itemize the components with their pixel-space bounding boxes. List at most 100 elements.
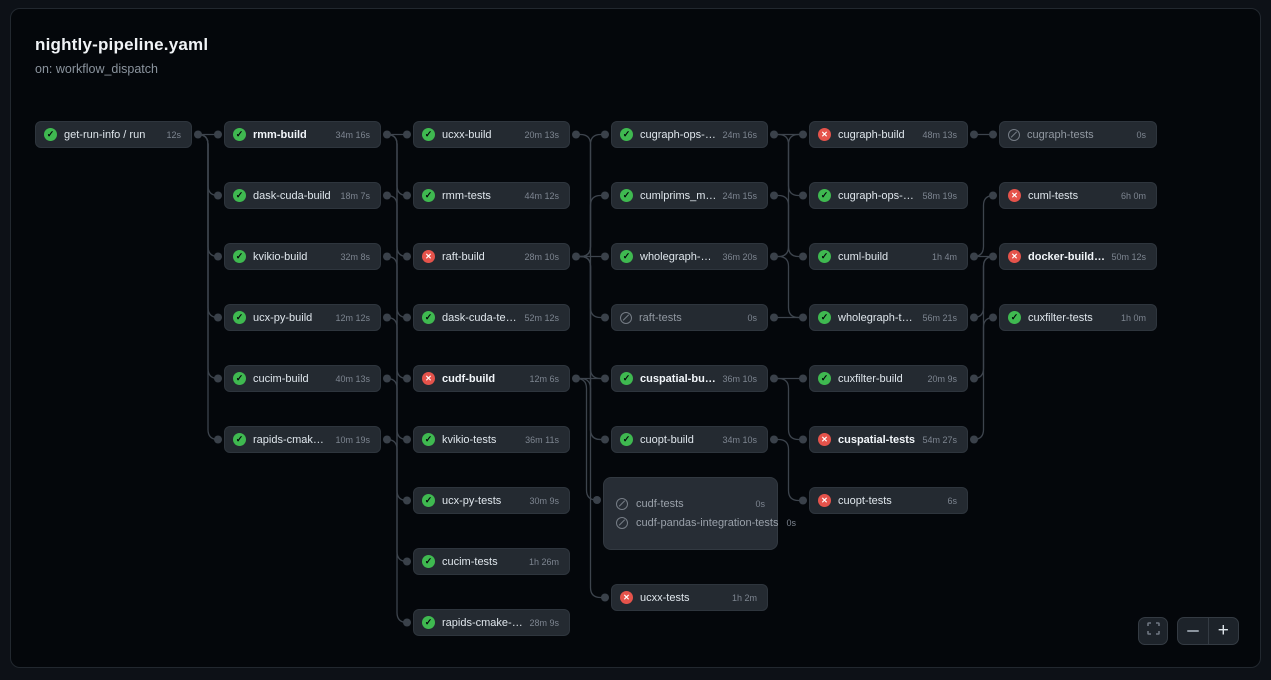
workflow-node-cugraph-ops-build[interactable]: cugraph-ops-build24m 16s [611,121,768,148]
workflow-node-cuml-build[interactable]: cuml-build1h 4m [809,243,968,270]
workflow-node-cuxfilter-build[interactable]: cuxfilter-build20m 9s [809,365,968,392]
workflow-node-cucim-tests[interactable]: cucim-tests 1h 26m [413,548,570,575]
workflow-node-raft-build[interactable]: raft-build28m 10s [413,243,570,270]
success-icon [818,250,831,263]
node-duration: 36m 10s [716,374,757,384]
node-duration: 12s [160,130,181,140]
workflow-node-cuspatial-build[interactable]: cuspatial-build36m 10s [611,365,768,392]
plus-icon: + [1218,621,1229,640]
node-duration: 1h 26m [523,557,559,567]
node-label: cucim-tests [442,556,498,568]
workflow-node-wholegraph-tests[interactable]: wholegraph-tests56m 21s [809,304,968,331]
failure-icon [818,433,831,446]
workflow-node-ucxx-build[interactable]: ucxx-build 20m 13s [413,121,570,148]
node-label: cuspatial-tests [838,434,915,446]
node-label: cuxfilter-build [838,373,903,385]
node-label: kvikio-tests [442,434,496,446]
workflow-node-cuspatial-tests[interactable]: cuspatial-tests54m 27s [809,426,968,453]
node-duration: 44m 12s [518,191,559,201]
node-label: cumlprims_mg-build [640,190,716,202]
workflow-node-cuopt-build[interactable]: cuopt-build34m 10s [611,426,768,453]
failure-icon [422,372,435,385]
skipped-icon [1008,129,1020,141]
workflow-node-ucx-py-build[interactable]: ucx-py-build 12m 12s [224,304,381,331]
workflow-node-group-cudf-tests-group[interactable]: cudf-tests 0s cudf-pandas-integration-test… [603,477,778,550]
node-duration: 54m 27s [916,435,957,445]
node-duration: 18m 7s [334,191,370,201]
workflow-node-rmm-tests[interactable]: rmm-tests44m 12s [413,182,570,209]
workflow-node-cugraph-ops-tests[interactable]: cugraph-ops-tests58m 19s [809,182,968,209]
node-duration: 36m 11s [519,435,559,445]
node-duration: 48m 13s [916,130,957,140]
node-label: ucxx-build [442,129,492,141]
workflow-graph-panel [10,8,1261,668]
success-icon [620,372,633,385]
failure-icon [818,128,831,141]
workflow-node-rapids-cmake-build[interactable]: rapids-cmake-build10m 19s [224,426,381,453]
success-icon [422,311,435,324]
success-icon [422,128,435,141]
success-icon [620,433,633,446]
workflow-node-dask-cuda-tests[interactable]: dask-cuda-tests52m 12s [413,304,570,331]
workflow-node-dask-cuda-build[interactable]: dask-cuda-build18m 7s [224,182,381,209]
workflow-node-cugraph-tests[interactable]: cugraph-tests0s [999,121,1157,148]
workflow-node-kvikio-build[interactable]: kvikio-build32m 8s [224,243,381,270]
workflow-node-cudf-build[interactable]: cudf-build 12m 6s [413,365,570,392]
workflow-node-cuopt-tests[interactable]: cuopt-tests 6s [809,487,968,514]
success-icon [233,250,246,263]
workflow-node-ucxx-tests[interactable]: ucxx-tests1h 2m [611,584,768,611]
workflow-node-rapids-cmake-tests[interactable]: rapids-cmake-tests28m 9s [413,609,570,636]
workflow-node-rmm-build[interactable]: rmm-build34m 16s [224,121,381,148]
node-label: ucx-py-build [253,312,312,324]
workflow-node-cucim-build[interactable]: cucim-build40m 13s [224,365,381,392]
node-label: wholegraph-tests [838,312,916,324]
success-icon [818,311,831,324]
page-title: nightly-pipeline.yaml [35,35,208,55]
node-duration: 0s [747,499,765,509]
node-label: kvikio-build [253,251,307,263]
node-label: cugraph-tests [1027,129,1094,141]
workflow-node-cuxfilter-tests[interactable]: cuxfilter-tests1h 0m [999,304,1157,331]
success-icon [233,372,246,385]
success-icon [620,250,633,263]
workflow-node-ucx-py-tests[interactable]: ucx-py-tests30m 9s [413,487,570,514]
node-label: cuopt-tests [838,495,892,507]
zoom-out-button[interactable] [1178,618,1209,644]
success-icon [818,372,831,385]
group-child-row[interactable]: cudf-tests 0s [616,498,765,510]
success-icon [620,128,633,141]
node-label: raft-tests [639,312,682,324]
node-duration: 50m 12s [1105,252,1146,262]
node-label: cuml-tests [1028,190,1078,202]
group-child-row[interactable]: cudf-pandas-integration-tests0s [616,517,765,529]
node-label: cudf-build [442,373,495,385]
failure-icon [422,250,435,263]
node-duration: 12m 6s [523,374,559,384]
workflow-node-wholegraph-build[interactable]: wholegraph-build36m 20s [611,243,768,270]
node-duration: 6s [941,496,957,506]
node-duration: 12m 12s [329,313,370,323]
node-duration: 30m 9s [523,496,559,506]
minus-icon [1187,630,1199,632]
node-duration: 56m 21s [916,313,957,323]
workflow-node-raft-tests[interactable]: raft-tests0s [611,304,768,331]
workflow-node-docker-build-and-test[interactable]: docker-build-and-test50m 12s [999,243,1157,270]
node-label: rmm-build [253,129,307,141]
node-label: cugraph-build [838,129,905,141]
workflow-node-cugraph-build[interactable]: cugraph-build 48m 13s [809,121,968,148]
node-duration: 20m 13s [518,130,559,140]
success-icon [233,128,246,141]
workflow-node-cumlprims_mg-build[interactable]: cumlprims_mg-build24m 15s [611,182,768,209]
node-label: dask-cuda-build [253,190,331,202]
workflow-node-get-run-info[interactable]: get-run-info / run12s [35,121,192,148]
zoom-in-button[interactable]: + [1209,618,1239,644]
fit-view-button[interactable] [1138,617,1168,645]
success-icon [233,189,246,202]
node-label: cudf-tests [636,498,684,510]
node-label: raft-build [442,251,485,263]
zoom-control-group: + [1177,617,1239,645]
workflow-node-kvikio-tests[interactable]: kvikio-tests 36m 11s [413,426,570,453]
fit-view-icon [1147,622,1160,640]
workflow-node-cuml-tests[interactable]: cuml-tests6h 0m [999,182,1157,209]
success-icon [422,433,435,446]
